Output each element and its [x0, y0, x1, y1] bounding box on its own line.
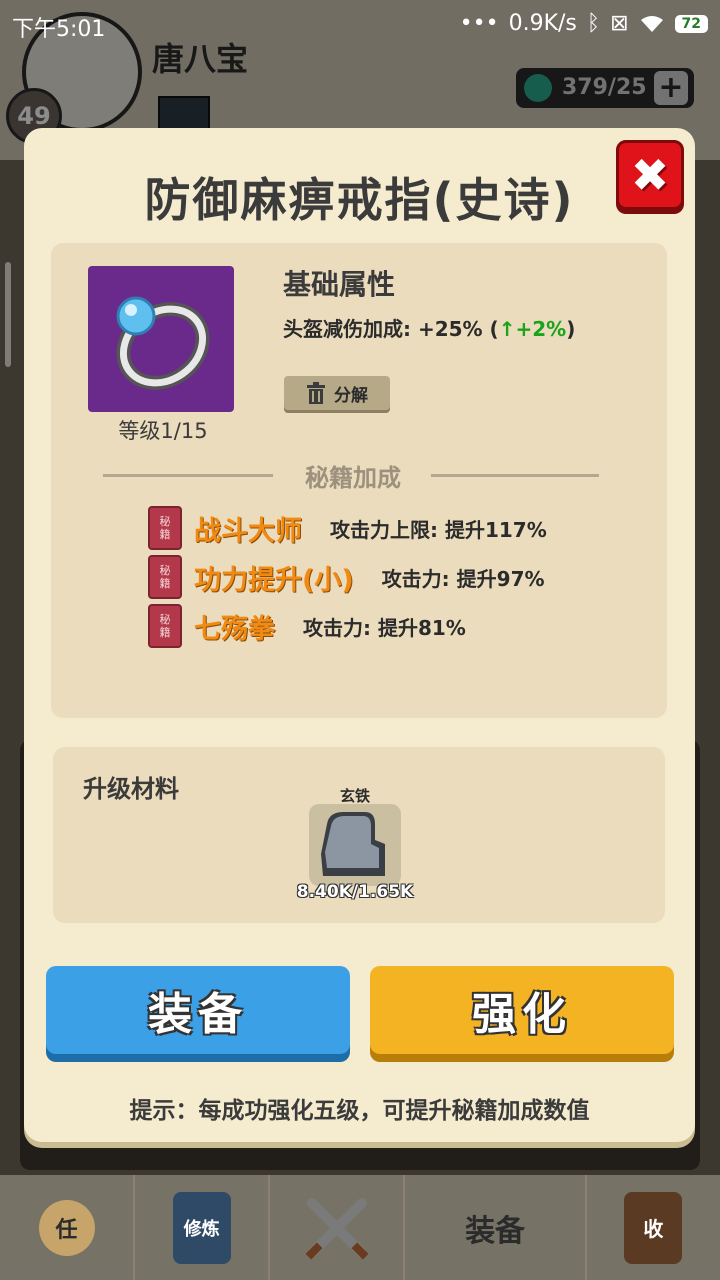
base-attributes-heading: 基础属性: [283, 268, 396, 301]
crossed-swords-icon: [305, 1197, 369, 1259]
ring-icon: [116, 296, 210, 390]
skill-row[interactable]: 秘籍 功力提升(小) 攻击力: 提升97%: [148, 555, 545, 599]
attribute-text: 头盔减伤加成: +25% (: [283, 317, 499, 341]
battery-icon: 72: [674, 14, 708, 33]
decompose-button[interactable]: 分解: [284, 376, 390, 410]
secret-book-icon: 秘籍: [148, 604, 182, 648]
item-info-panel: 等级1/15 基础属性 头盔减伤加成: +25% (↑+2%) 分解 秘籍加成 …: [51, 243, 667, 718]
wifi-icon: [640, 15, 663, 32]
secret-book-icon: 秘籍: [148, 555, 182, 599]
nav-battle[interactable]: [270, 1175, 406, 1280]
trash-icon: [307, 382, 325, 404]
iron-ore-icon: [321, 812, 385, 876]
item-level: 等级1/15: [118, 419, 208, 443]
attribute-bonus: ↑+2%: [498, 317, 567, 341]
material-name: 玄铁: [339, 787, 370, 805]
secret-book-icon: 秘籍: [148, 506, 182, 550]
skill-effect: 攻击力: 提升81%: [303, 615, 466, 640]
skill-effect: 攻击力上限: 提升117%: [330, 517, 547, 542]
material-slot[interactable]: [309, 804, 401, 886]
nav-task[interactable]: 任: [0, 1175, 136, 1280]
status-time: 下午5:01: [12, 17, 106, 42]
scroll-indicator: [5, 262, 11, 367]
skill-name: 功力提升(小): [194, 564, 354, 596]
scroll-icon: 任: [38, 1199, 95, 1256]
dialog-title: 防御麻痹戒指(史诗): [144, 173, 575, 227]
equip-button[interactable]: 装备: [46, 966, 350, 1054]
item-icon: [88, 266, 234, 412]
skill-row[interactable]: 秘籍 战斗大师 攻击力上限: 提升117%: [148, 506, 547, 550]
enhance-button[interactable]: 强化: [370, 966, 674, 1054]
decompose-label: 分解: [334, 385, 368, 406]
base-attribute-line: 头盔减伤加成: +25% (↑+2%): [283, 313, 575, 342]
nav-collection[interactable]: 收: [587, 1175, 720, 1280]
nav-equipment[interactable]: 装备: [405, 1175, 587, 1280]
more-dots-icon: •••: [459, 11, 499, 36]
bottom-nav: 任 修炼 装备 收: [0, 1175, 720, 1280]
skill-row[interactable]: 秘籍 七殇拳 攻击力: 提升81%: [148, 604, 466, 648]
status-indicators: ••• 0.9K/s ᛒ ⊠ 72: [460, 11, 708, 36]
skill-name: 七殇拳: [194, 613, 275, 645]
pagoda-icon: 收: [624, 1191, 683, 1264]
hint-text: 提示：每成功强化五级，可提升秘籍加成数值: [129, 1098, 590, 1124]
upgrade-materials-panel: 升级材料 玄铁 8.40K/1.65K: [53, 747, 665, 923]
sim-icon: ⊠: [610, 11, 629, 36]
close-icon: ✖: [630, 148, 670, 202]
nav-equipment-label: 装备: [465, 1213, 526, 1249]
nav-training[interactable]: 修炼: [135, 1175, 271, 1280]
material-count: 8.40K/1.65K: [296, 882, 414, 902]
materials-heading: 升级材料: [83, 775, 179, 803]
skill-effect: 攻击力: 提升97%: [381, 566, 545, 591]
bluetooth-icon: ᛒ: [586, 11, 601, 36]
network-speed: 0.9K/s: [508, 11, 577, 36]
book-icon: 修炼: [172, 1191, 231, 1264]
close-button[interactable]: ✖: [616, 140, 684, 210]
divider-right: [431, 474, 599, 477]
attribute-suffix: ): [566, 317, 576, 341]
skill-name: 战斗大师: [194, 515, 302, 547]
item-detail-dialog: 防御麻痹戒指(史诗) ✖ 等级1/15 基础属性 头盔减伤加成: +25% (↑…: [24, 128, 695, 1142]
status-bar: 下午5:01 ••• 0.9K/s ᛒ ⊠ 72: [0, 0, 720, 50]
